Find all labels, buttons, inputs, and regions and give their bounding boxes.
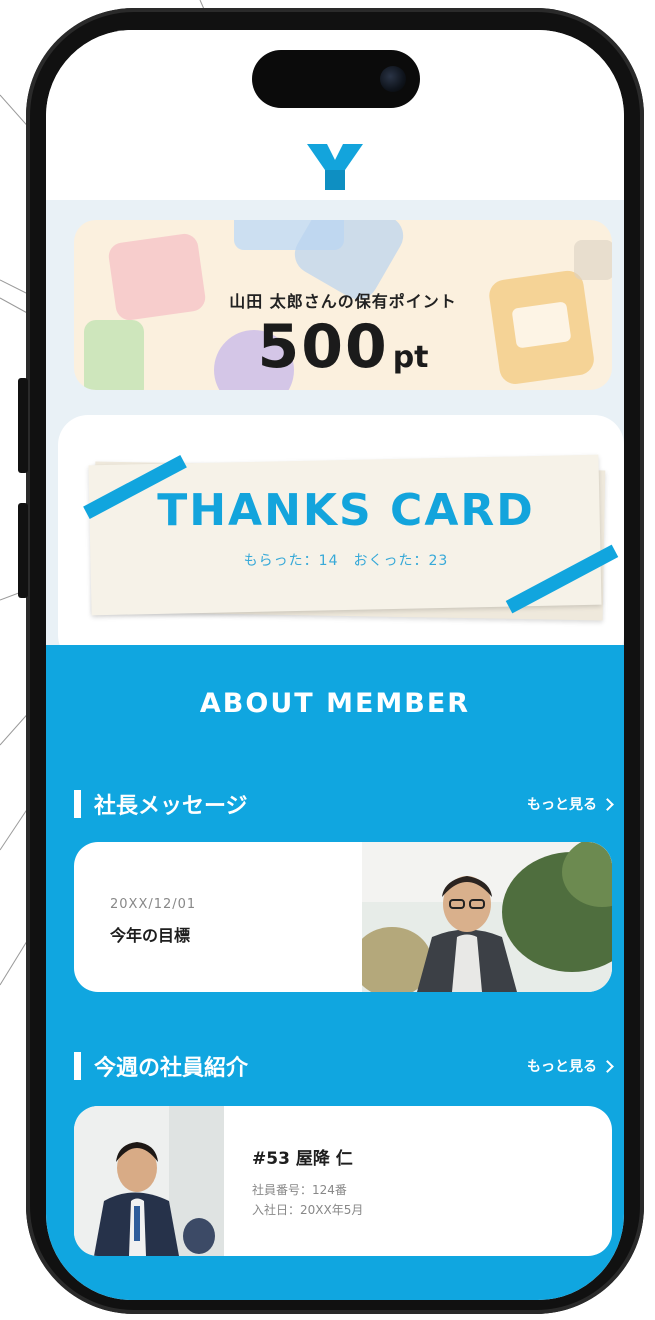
phone-screen: 山田 太郎さんの保有ポイント 500 pt THANKS CARD もらった：14… [46,30,624,1300]
more-link-label: もっと見る [527,797,597,813]
ceo-message-more-link[interactable]: もっと見る [527,794,614,814]
member-name: #53 屋降 仁 [252,1149,353,1169]
message-date: 20XX/12/01 [110,897,197,912]
about-member-title: ABOUT MEMBER [199,688,471,719]
thanks-card-stats: もらった：14 おくった：23 [243,553,449,569]
app-header [46,30,624,200]
points-unit: pt [392,340,429,375]
member-join-date: 入社日：20XX年5月 [252,1203,364,1217]
app-logo[interactable] [305,138,365,196]
weekly-member-more-link[interactable]: もっと見る [527,1056,614,1076]
member-employee-number: 社員番号：124番 [252,1183,347,1197]
chevron-right-icon [601,1059,614,1073]
points-card[interactable]: 山田 太郎さんの保有ポイント 500 pt [74,220,612,390]
weekly-member-card[interactable]: #53 屋降 仁 社員番号：124番 入社日：20XX年5月 [74,1106,612,1256]
volume-up-button [18,378,28,473]
points-balance: 500 pt [74,312,612,382]
member-photo [74,1106,224,1256]
camera-icon [380,66,406,92]
weekly-member-header: 今週の社員紹介 もっと見る [74,1048,614,1082]
message-title: 今年の目標 [110,926,191,945]
points-owner-label: 山田 太郎さんの保有ポイント [229,292,457,311]
section-marker [74,790,81,818]
points-value: 500 [257,312,389,382]
weekly-member-label: 今週の社員紹介 [94,1056,249,1081]
dynamic-island [252,50,420,108]
more-link-label: もっと見る [527,1059,597,1075]
ceo-photo [362,842,612,992]
phone-frame: 山田 太郎さんの保有ポイント 500 pt THANKS CARD もらった：14… [18,8,644,1314]
chevron-right-icon [601,797,614,811]
volume-down-button [18,503,28,598]
section-marker [74,1052,81,1080]
ceo-message-label: 社長メッセージ [94,794,248,819]
member-details: 社員番号：124番 入社日：20XX年5月 [252,1180,363,1220]
thanks-card-title: THANKS CARD [157,485,535,536]
ceo-message-header: 社長メッセージ もっと見る [74,786,614,820]
ceo-message-card[interactable]: 20XX/12/01 今年の目標 [74,842,612,992]
